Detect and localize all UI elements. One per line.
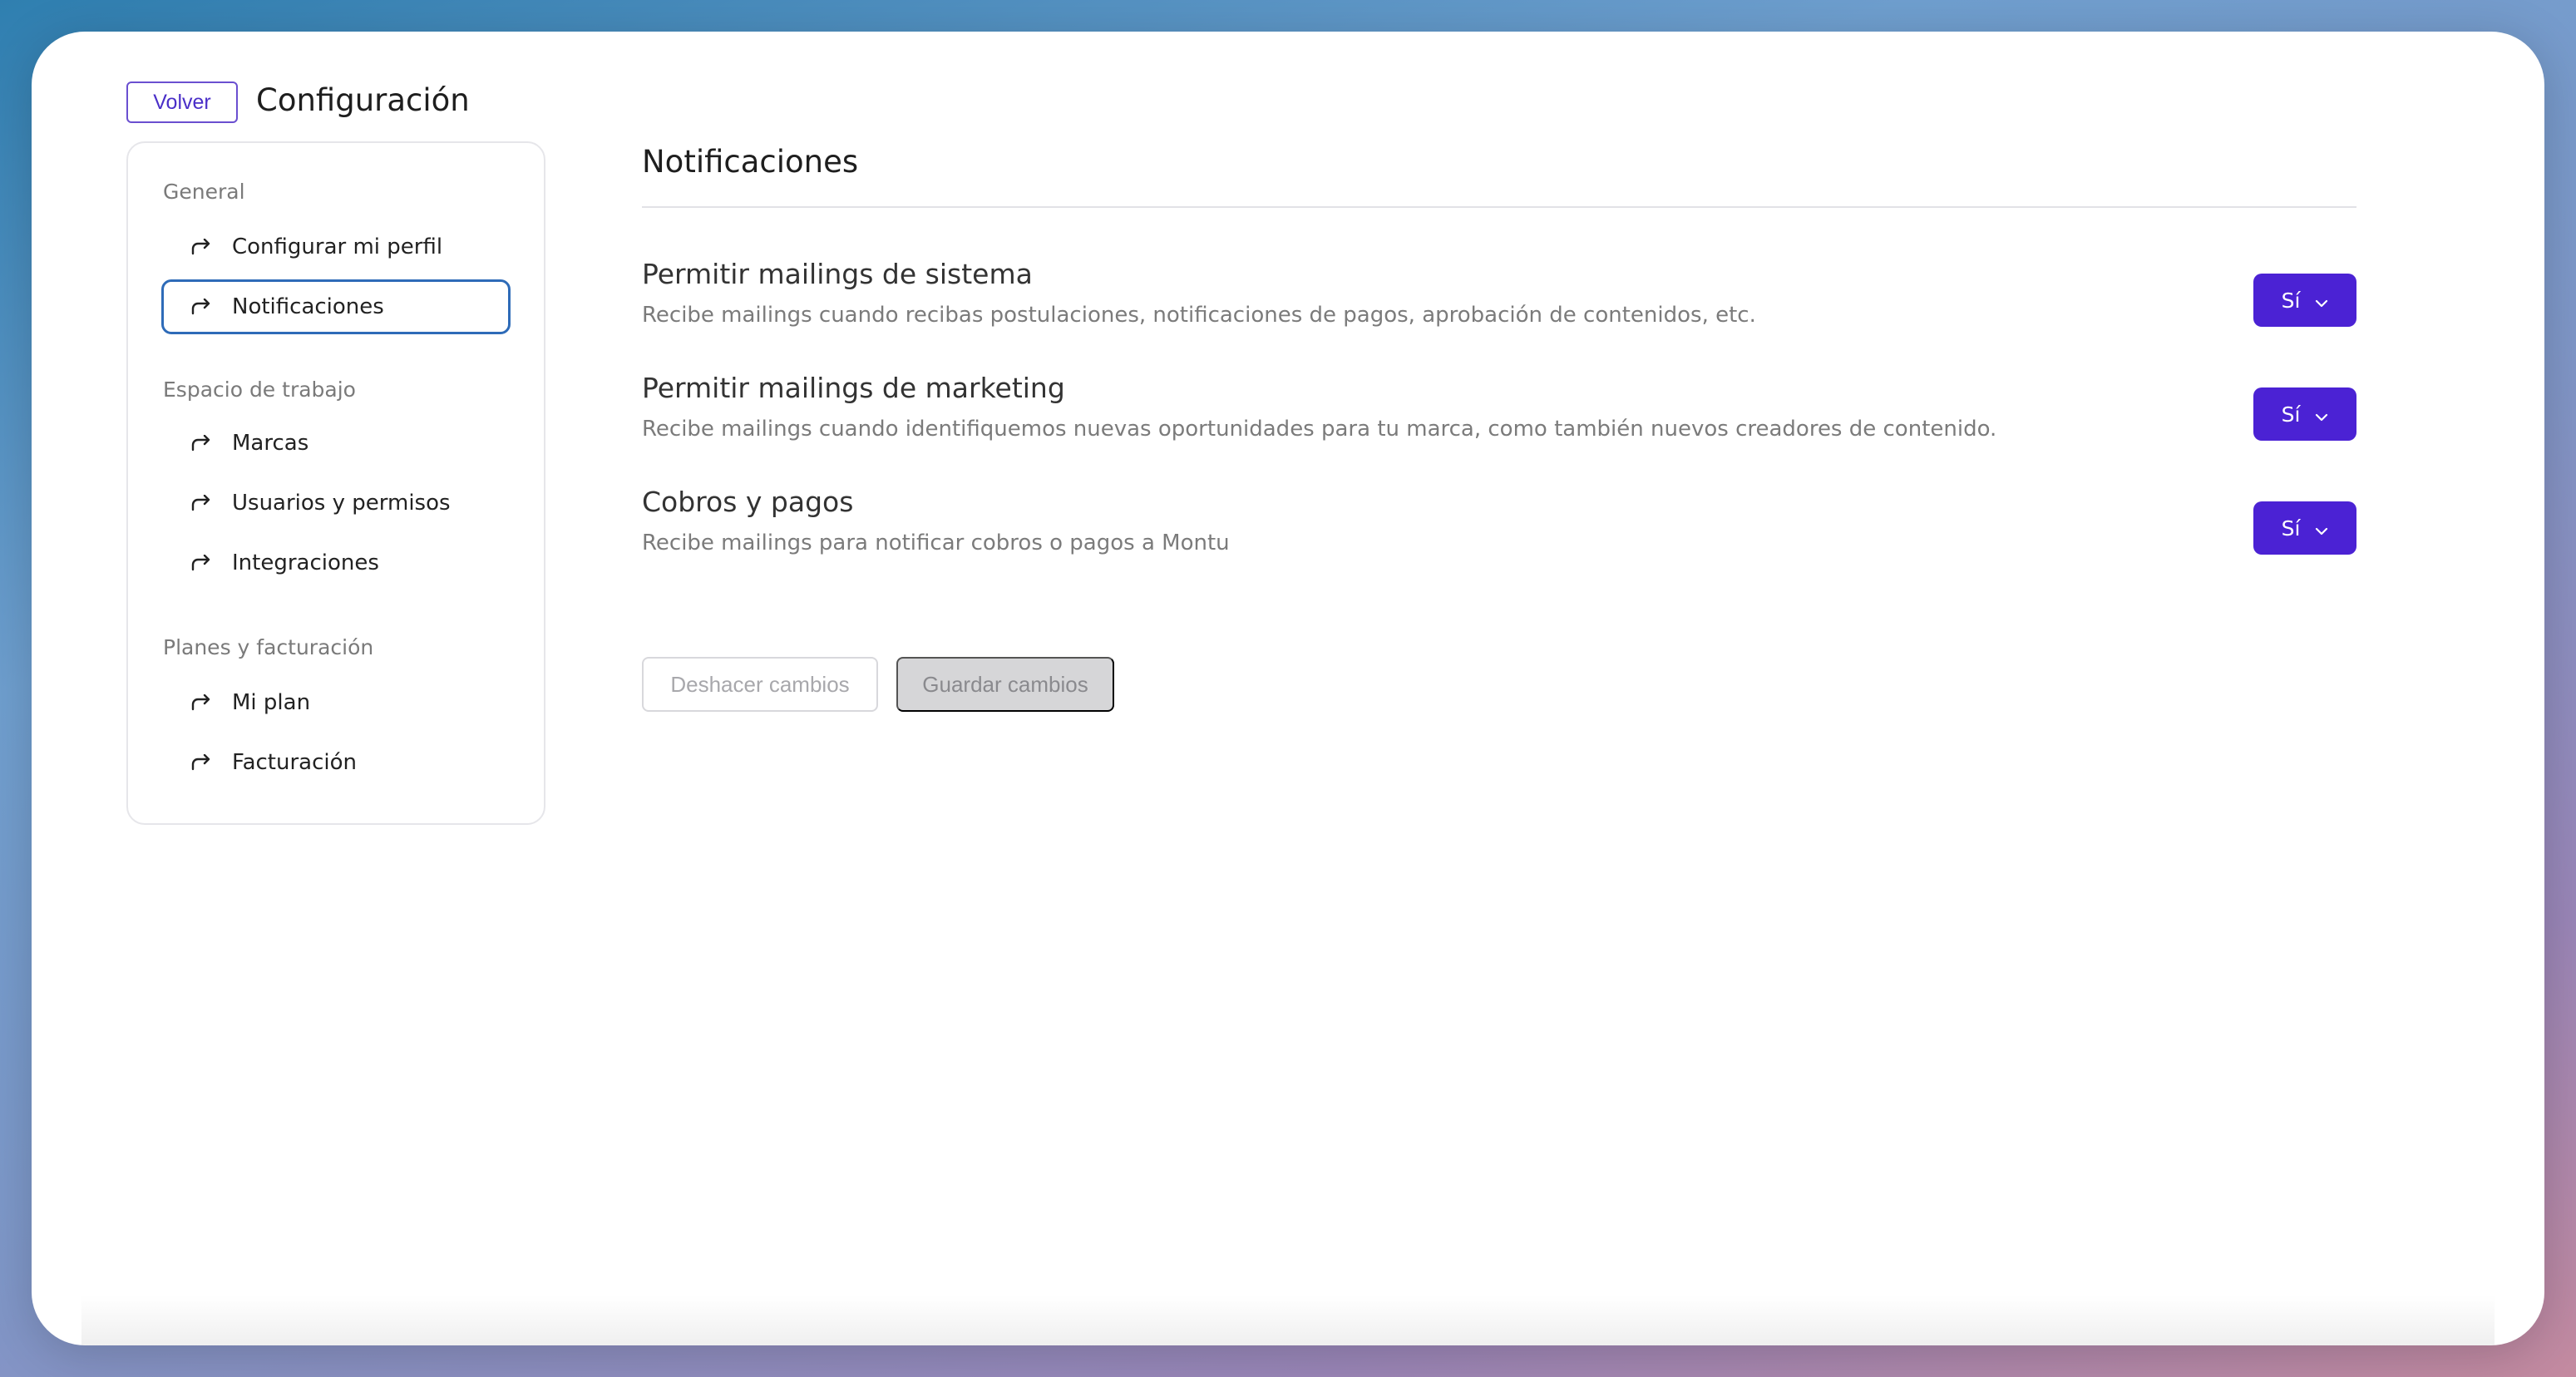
save-changes-button[interactable]: Guardar cambios [896, 657, 1114, 712]
divider [642, 206, 2356, 208]
redirect-arrow-icon [190, 298, 214, 316]
settings-sidebar: General Configurar mi perfil Notificacio… [126, 141, 545, 825]
redirect-arrow-icon [190, 693, 214, 712]
back-button[interactable]: Volver [126, 81, 238, 123]
setting-title: Permitir mailings de sistema [642, 258, 1033, 290]
redirect-arrow-icon [190, 434, 214, 452]
sidebar-item-label: Usuarios y permisos [232, 491, 451, 516]
system-mailings-select[interactable]: Sí [2253, 274, 2356, 327]
chevron-down-icon [2315, 516, 2328, 540]
chevron-down-icon [2315, 402, 2328, 427]
section-heading-espacio-trabajo: Espacio de trabajo [163, 378, 356, 402]
sidebar-item-label: Mi plan [232, 690, 311, 715]
setting-row-system-mailings: Permitir mailings de sistema Recibe mail… [642, 256, 2356, 348]
sidebar-item-mi-plan[interactable]: Mi plan [161, 675, 511, 730]
sidebar-item-label: Integraciones [232, 550, 379, 575]
select-value: Sí [2281, 288, 2301, 313]
setting-title: Cobros y pagos [642, 486, 854, 518]
chevron-down-icon [2315, 289, 2328, 313]
settings-window: Volver Configuración General Configurar … [32, 32, 2544, 1345]
sidebar-item-facturacion[interactable]: Facturación [161, 735, 511, 790]
sidebar-item-label: Configurar mi perfil [232, 234, 443, 259]
page-title: Configuración [256, 82, 470, 118]
select-value: Sí [2281, 402, 2301, 427]
setting-description: Recibe mailings para notificar cobros o … [642, 531, 1230, 555]
undo-changes-button[interactable]: Deshacer cambios [642, 657, 878, 712]
sidebar-item-usuarios-permisos[interactable]: Usuarios y permisos [161, 476, 511, 531]
setting-row-cobros-pagos: Cobros y pagos Recibe mailings para noti… [642, 484, 2356, 575]
form-actions: Deshacer cambios Guardar cambios [642, 657, 1114, 712]
sidebar-item-label: Facturación [232, 750, 357, 775]
sidebar-item-configurar-perfil[interactable]: Configurar mi perfil [161, 220, 511, 274]
redirect-arrow-icon [190, 753, 214, 772]
setting-description: Recibe mailings cuando recibas postulaci… [642, 303, 1756, 328]
setting-title: Permitir mailings de marketing [642, 372, 1065, 404]
section-heading-general: General [163, 180, 245, 204]
sidebar-item-integraciones[interactable]: Integraciones [161, 536, 511, 590]
cobros-pagos-select[interactable]: Sí [2253, 501, 2356, 555]
sidebar-item-marcas[interactable]: Marcas [161, 416, 511, 471]
sidebar-item-notificaciones[interactable]: Notificaciones [161, 279, 511, 334]
setting-description: Recibe mailings cuando identifiquemos nu… [642, 417, 1997, 442]
section-title: Notificaciones [642, 144, 859, 180]
redirect-arrow-icon [190, 554, 214, 572]
marketing-mailings-select[interactable]: Sí [2253, 387, 2356, 441]
redirect-arrow-icon [190, 238, 214, 256]
sidebar-item-label: Marcas [232, 431, 309, 456]
sidebar-item-label: Notificaciones [232, 294, 384, 319]
redirect-arrow-icon [190, 494, 214, 512]
section-heading-planes-facturacion: Planes y facturación [163, 635, 374, 659]
setting-row-marketing-mailings: Permitir mailings de marketing Recibe ma… [642, 370, 2356, 461]
select-value: Sí [2281, 516, 2301, 540]
